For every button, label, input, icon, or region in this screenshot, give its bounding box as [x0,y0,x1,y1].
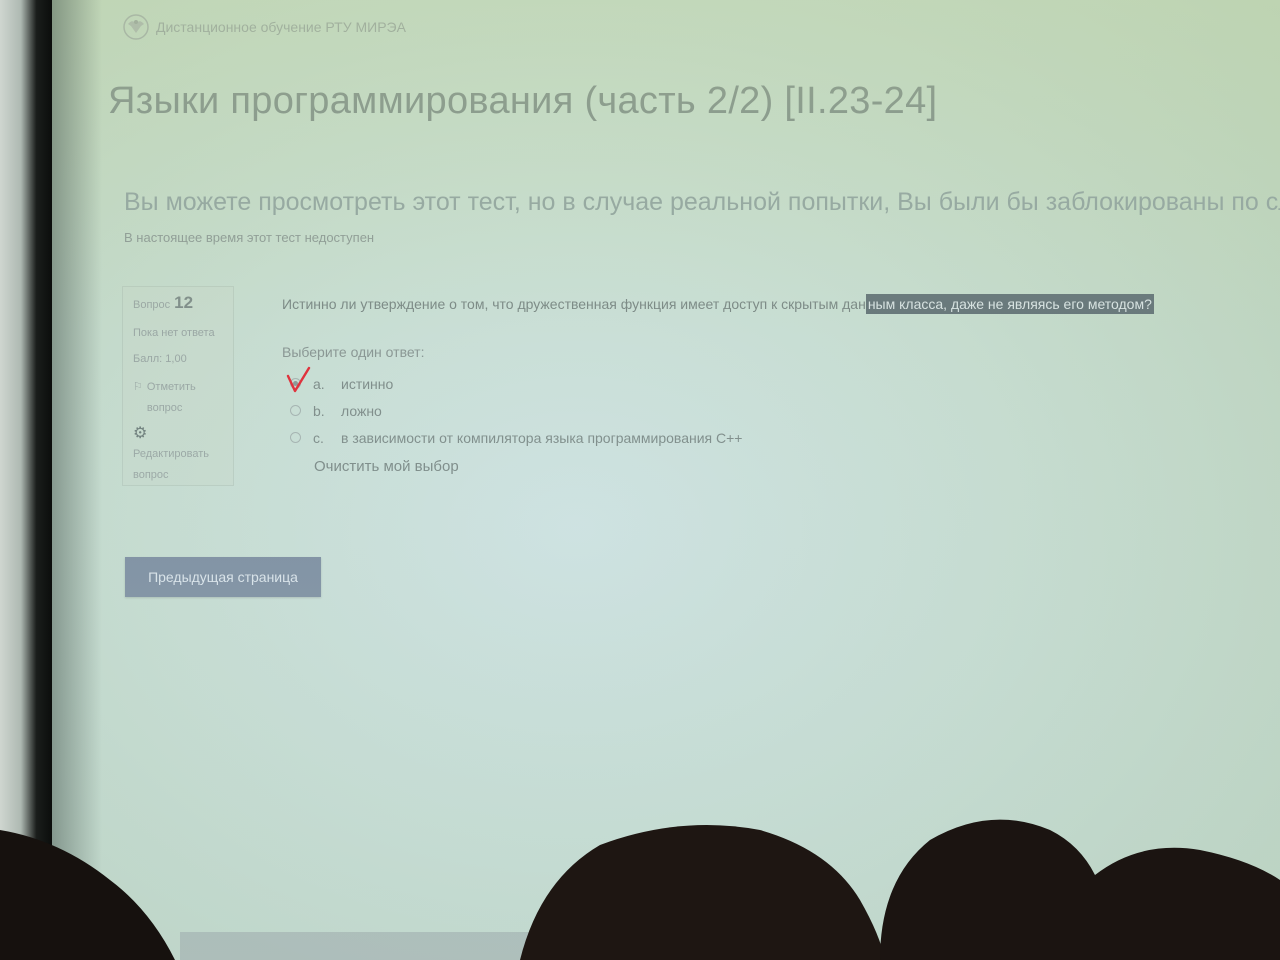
question-text-plain: Истинно ли утверждение о том, что дружес… [282,296,866,312]
site-name[interactable]: Дистанционное обучение РТУ МИРЭА [156,19,406,35]
answer-text: в зависимости от компилятора языка прогр… [341,429,743,446]
screen-frame-left [0,0,52,960]
question-score: Балл: 1,00 [133,353,187,365]
flag-question-link[interactable]: ⚐ Отметить вопрос [133,377,233,419]
taskbar [180,932,680,960]
flag-icon: ⚐ [133,381,143,393]
previous-page-button[interactable]: Предыдущая страница [125,557,321,597]
question-text-selected: ным класса, даже не являясь его методом? [865,294,1154,314]
question-info-panel: Вопрос 12 Пока нет ответа Балл: 1,00 ⚐ О… [122,286,234,486]
answer-option-b[interactable]: b. ложно [290,397,742,424]
answer-letter: c. [313,429,324,446]
answer-letter: a. [313,375,325,392]
projected-screen: Дистанционное обучение РТУ МИРЭА Языки п… [0,0,1280,960]
gear-icon: ⚙ [133,425,148,442]
radio-button-c[interactable] [290,432,301,443]
question-text: Истинно ли утверждение о том, что дружес… [282,294,1154,314]
answer-option-c[interactable]: c. в зависимости от компилятора языка пр… [290,424,742,451]
question-status: Пока нет ответа [133,327,215,339]
eagle-emblem-icon [123,14,149,40]
answer-list: a. истинно b. ложно c. в зависимости от … [290,370,742,451]
screen-frame-shadow [52,0,102,960]
edit-question-link[interactable]: ⚙ Редактировать вопрос [133,423,233,486]
answer-letter: b. [313,402,325,419]
answer-text: истинно [341,375,394,392]
radio-button-b[interactable] [290,405,301,416]
question-number: 12 [174,293,194,312]
quiz-notice: Вы можете просмотреть этот тест, но в сл… [124,188,1280,216]
site-header[interactable]: Дистанционное обучение РТУ МИРЭА [122,10,406,44]
answer-text: ложно [341,402,382,419]
course-title: Языки программирования (часть 2/2) [II.2… [108,80,938,122]
answer-option-a[interactable]: a. истинно [290,370,742,397]
checkmark-annotation-icon [286,366,311,393]
answer-prompt: Выберите один ответ: [282,344,425,360]
edit-question-label: Редактировать вопрос [133,448,209,481]
quiz-unavailable-note: В настоящее время этот тест недоступен [124,230,375,245]
clear-choice-link[interactable]: Очистить мой выбор [314,458,459,475]
question-label: Вопрос [133,299,171,311]
flag-question-label: Отметить вопрос [146,381,196,414]
